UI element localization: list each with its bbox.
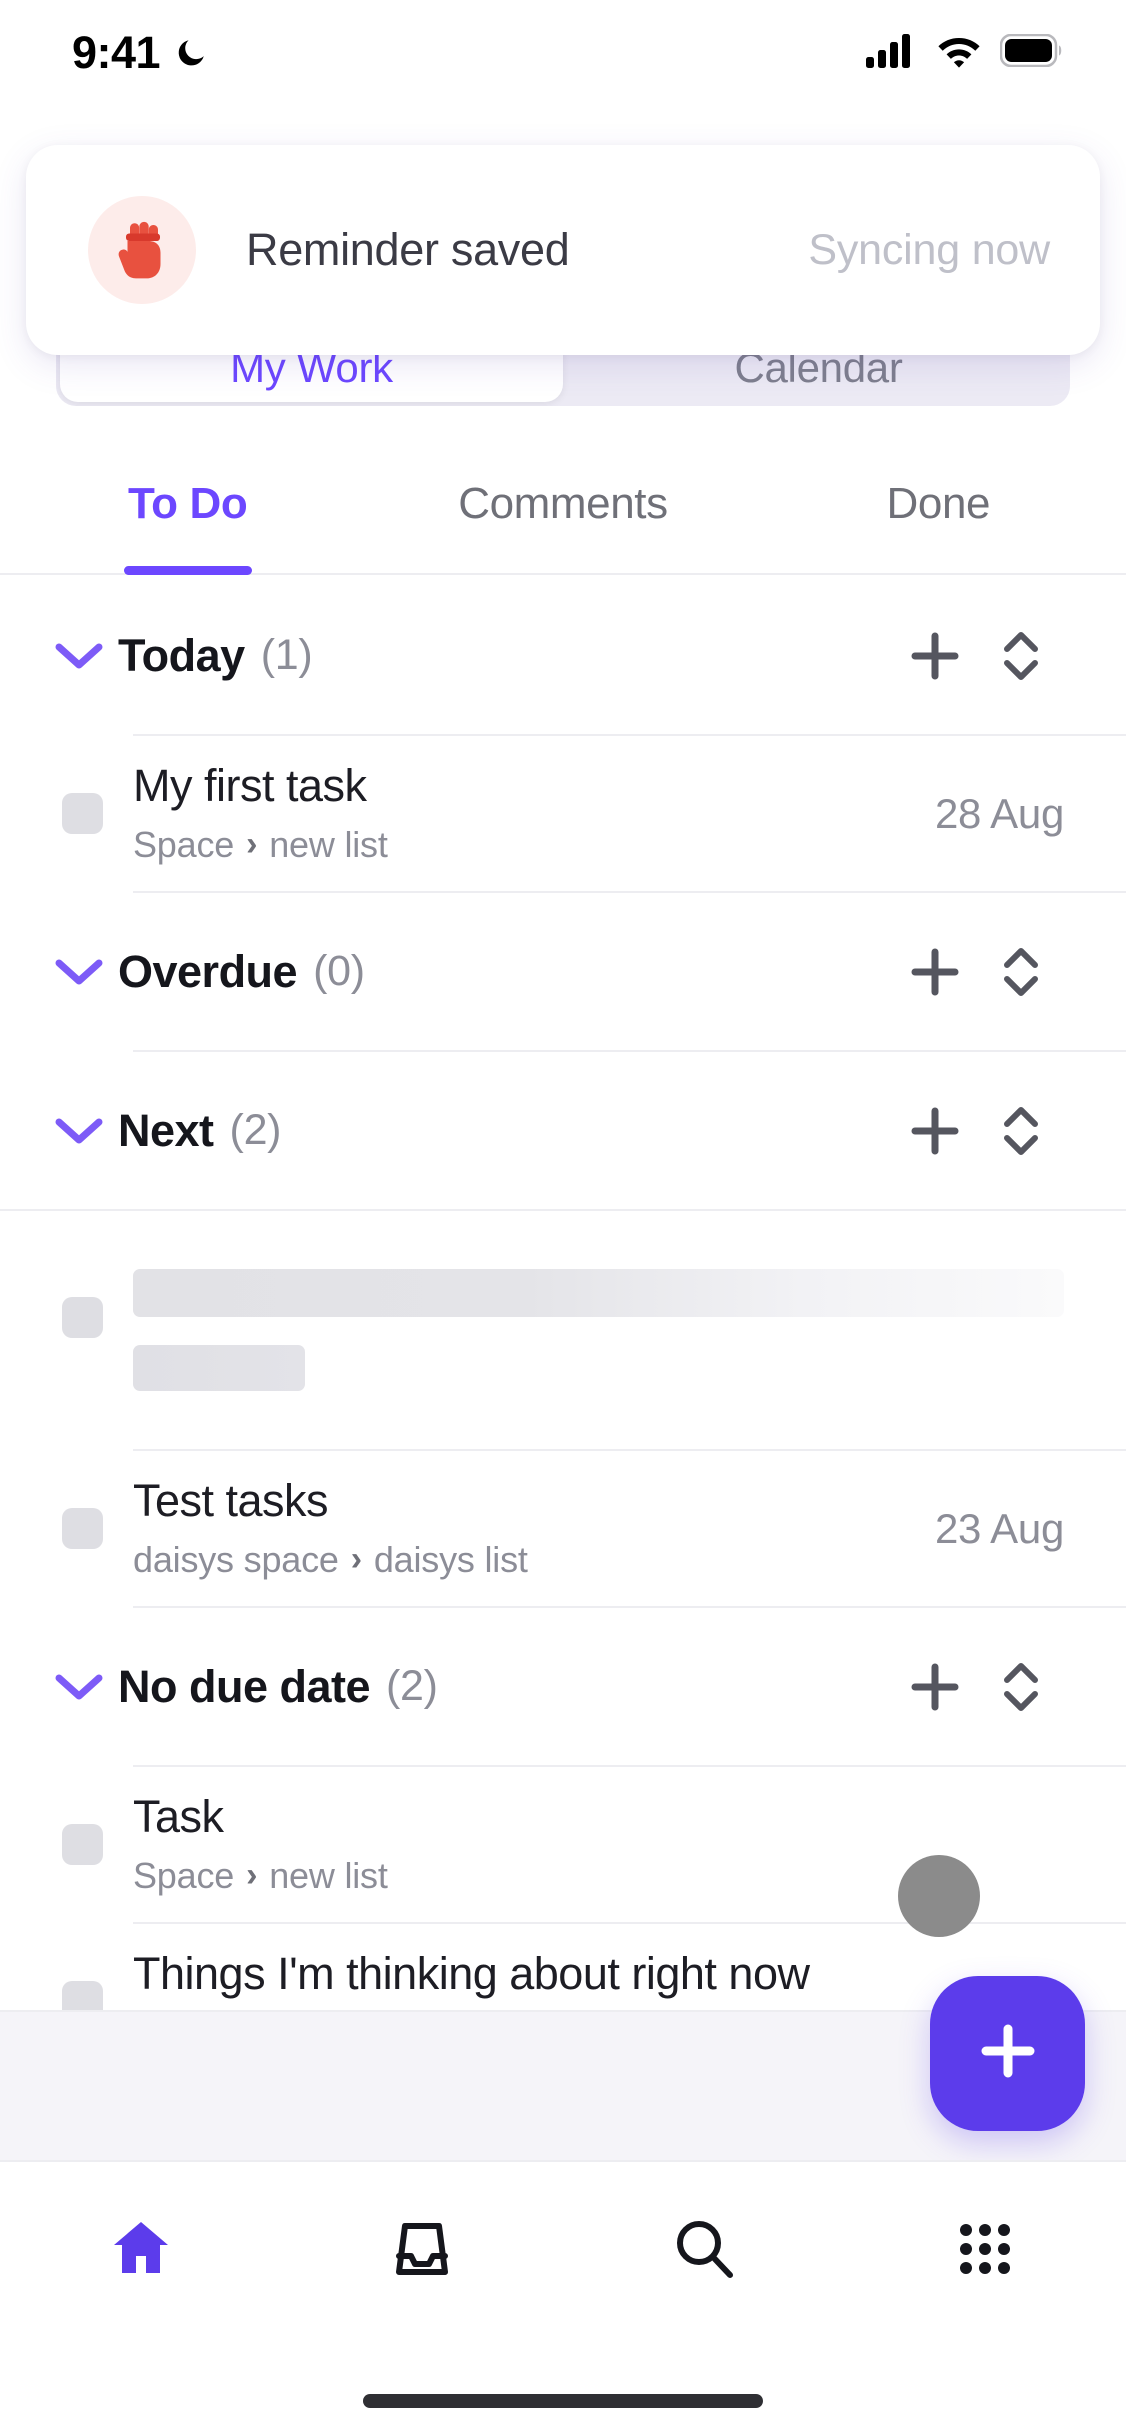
nav-item-inbox[interactable] bbox=[282, 2162, 564, 2322]
breadcrumb-list: daisys list bbox=[373, 1538, 528, 1580]
group-count: (1) bbox=[260, 631, 313, 679]
group-count: (2) bbox=[229, 1106, 282, 1154]
task-breadcrumb: Space › new list bbox=[133, 824, 911, 866]
chevron-right-icon: › bbox=[246, 1856, 258, 1895]
tab-done[interactable]: Done bbox=[751, 435, 1126, 573]
task-body: Test tasks daisys space › daisys list bbox=[133, 1476, 911, 1580]
home-icon bbox=[108, 2216, 174, 2287]
plus-icon[interactable] bbox=[892, 1661, 978, 1713]
group-title: Next bbox=[118, 1104, 214, 1156]
sort-updown-icon[interactable] bbox=[978, 1659, 1064, 1715]
toast-message: Reminder saved bbox=[246, 224, 570, 275]
nav-item-search[interactable] bbox=[563, 2162, 845, 2322]
group-header-next[interactable]: Next (2) bbox=[0, 1052, 1126, 1209]
inbox-tray-icon bbox=[389, 2216, 455, 2287]
task-row-loading-skeleton bbox=[0, 1211, 1126, 1449]
reminder-hand-icon bbox=[88, 196, 196, 304]
chevron-down-icon[interactable] bbox=[52, 641, 106, 671]
plus-icon[interactable] bbox=[892, 1105, 978, 1157]
task-list: Today (1) My first task Space › new list… bbox=[0, 577, 1126, 2079]
task-body: My first task Space › new list bbox=[133, 761, 911, 865]
task-title: Things I'm thinking about right now bbox=[133, 1949, 810, 2000]
group-title: Today bbox=[118, 629, 245, 681]
checkbox-unchecked-icon[interactable] bbox=[62, 793, 103, 834]
breadcrumb-space: Space bbox=[133, 823, 235, 865]
search-icon bbox=[671, 2216, 737, 2287]
skeleton-lines bbox=[133, 1269, 1064, 1391]
status-bar-time: 9:41 bbox=[72, 27, 161, 78]
sort-updown-icon[interactable] bbox=[978, 1103, 1064, 1159]
group-header-today[interactable]: Today (1) bbox=[0, 577, 1126, 734]
status-bar-left: 9:41 bbox=[72, 30, 208, 75]
chevron-right-icon: › bbox=[350, 1540, 362, 1579]
plus-icon[interactable] bbox=[892, 630, 978, 682]
skeleton-title-bar bbox=[133, 1269, 1064, 1317]
breadcrumb-space: daisys space bbox=[133, 1538, 339, 1580]
group-title: No due date bbox=[118, 1660, 371, 1712]
battery-full-icon bbox=[999, 33, 1064, 72]
breadcrumb-list: new list bbox=[269, 1854, 388, 1896]
task-title: Task bbox=[133, 1792, 224, 1843]
status-bar: 9:41 bbox=[0, 0, 1126, 105]
cellular-signal-icon bbox=[866, 32, 918, 73]
home-indicator-bar bbox=[363, 2394, 763, 2408]
tab-to-do[interactable]: To Do bbox=[0, 435, 375, 573]
task-title: My first task bbox=[133, 761, 367, 812]
create-task-fab[interactable] bbox=[930, 1976, 1085, 2131]
task-row[interactable]: My first task Space › new list 28 Aug bbox=[0, 736, 1126, 891]
chevron-down-icon[interactable] bbox=[52, 1672, 106, 1702]
checkbox-unchecked-icon[interactable] bbox=[62, 1297, 103, 1338]
apps-grid-icon bbox=[954, 2218, 1016, 2285]
chevron-right-icon: › bbox=[246, 825, 258, 864]
chevron-down-icon[interactable] bbox=[52, 1116, 106, 1146]
task-row[interactable]: Test tasks daisys space › daisys list 23… bbox=[0, 1451, 1126, 1606]
content-tabs: To Do Comments Done bbox=[0, 435, 1126, 575]
tab-comments[interactable]: Comments bbox=[375, 435, 750, 573]
task-breadcrumb: daisys space › daisys list bbox=[133, 1539, 911, 1581]
plus-icon bbox=[977, 2020, 1039, 2087]
task-due-date: 23 Aug bbox=[935, 1504, 1064, 1552]
group-count: (0) bbox=[313, 947, 365, 995]
status-bar-right bbox=[866, 32, 1064, 73]
nav-item-home[interactable] bbox=[0, 2162, 282, 2322]
toast-sync-status: Syncing now bbox=[808, 225, 1050, 274]
checkbox-unchecked-icon[interactable] bbox=[62, 1508, 103, 1549]
toast-notification[interactable]: Reminder saved Syncing now bbox=[26, 145, 1100, 355]
sort-updown-icon[interactable] bbox=[978, 628, 1064, 684]
group-header-no-due-date[interactable]: No due date (2) bbox=[0, 1608, 1126, 1765]
crescent-moon-icon bbox=[174, 36, 208, 70]
chevron-down-icon[interactable] bbox=[52, 957, 106, 987]
checkbox-unchecked-icon[interactable] bbox=[62, 1824, 103, 1865]
wifi-icon bbox=[935, 32, 983, 73]
plus-icon[interactable] bbox=[892, 946, 978, 998]
group-title: Overdue bbox=[118, 945, 298, 997]
breadcrumb-space: Space bbox=[133, 1854, 235, 1896]
group-count: (2) bbox=[386, 1662, 438, 1710]
group-header-overdue[interactable]: Overdue (0) bbox=[0, 893, 1126, 1050]
skeleton-subtitle-bar bbox=[133, 1345, 305, 1391]
task-due-date: 28 Aug bbox=[935, 789, 1064, 837]
breadcrumb-list: new list bbox=[269, 823, 388, 865]
app-screen: 9:41 My Work Calendar Reminder saved Syn… bbox=[0, 0, 1126, 2436]
sort-updown-icon[interactable] bbox=[978, 944, 1064, 1000]
task-title: Test tasks bbox=[133, 1476, 329, 1527]
touch-cursor-dot bbox=[898, 1855, 980, 1937]
nav-item-apps[interactable] bbox=[845, 2162, 1126, 2322]
